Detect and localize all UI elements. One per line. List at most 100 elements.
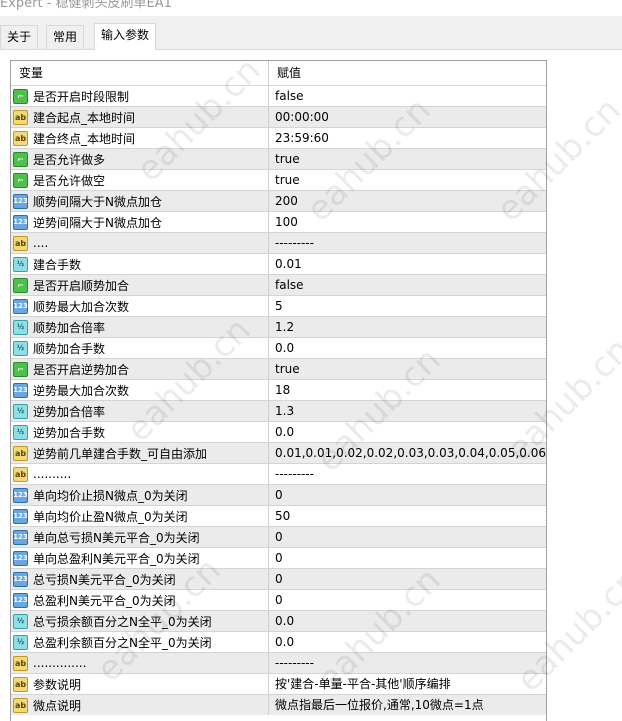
variable-cell: ab 建合起点_本地时间 bbox=[11, 107, 269, 127]
value-cell[interactable]: false bbox=[269, 275, 546, 295]
variable-name: 是否允许做多 bbox=[33, 152, 106, 167]
table-row[interactable]: 123 单向总亏损N美元平合_0为关闭 0 bbox=[11, 526, 546, 547]
double-icon: ½ bbox=[13, 613, 28, 629]
value-cell[interactable]: 按'建合-单量-平合-其他'顺序编排 bbox=[269, 674, 546, 694]
table-row[interactable]: 123 顺势间隔大于N微点加仓 200 bbox=[11, 190, 546, 211]
string-icon: ab bbox=[13, 445, 28, 461]
value-cell[interactable]: 0 bbox=[269, 548, 546, 568]
value-cell[interactable]: 0.01,0.01,0.02,0.02,0.03,0.03,0.04,0.05,… bbox=[269, 443, 546, 463]
value-cell[interactable]: --------- bbox=[269, 464, 546, 484]
value-cell[interactable]: 1.2 bbox=[269, 317, 546, 337]
variable-name: 逆势加合倍率 bbox=[33, 404, 106, 419]
double-icon: ½ bbox=[13, 424, 28, 440]
table-row[interactable]: 123 总亏损N美元平合_0为关闭 0 bbox=[11, 568, 546, 589]
table-row[interactable]: ½ 总盈利余额百分之N全平_0为关闭 0.0 bbox=[11, 631, 546, 652]
variable-name: 是否开启顺势加合 bbox=[33, 278, 130, 293]
table-row[interactable]: ½ 建合手数 0.01 bbox=[11, 253, 546, 274]
value-cell[interactable]: true bbox=[269, 170, 546, 190]
value-cell[interactable]: 0.0 bbox=[269, 338, 546, 358]
variable-name: 总盈利余额百分之N全平_0为关闭 bbox=[33, 635, 212, 650]
variable-cell: ab.... bbox=[11, 233, 269, 253]
variable-name: 是否允许做空 bbox=[33, 173, 106, 188]
table-row[interactable]: ⌐ 是否允许做空 true bbox=[11, 169, 546, 190]
variable-name: 逆势最大加合次数 bbox=[33, 383, 130, 398]
table-row[interactable]: ab.... --------- bbox=[11, 232, 546, 253]
value-cell[interactable]: 0 bbox=[269, 485, 546, 505]
integer-icon: 123 bbox=[13, 592, 28, 608]
table-row[interactable]: ab 建合终点_本地时间 23:59:60 bbox=[11, 127, 546, 148]
table-row[interactable]: 123 单向总盈利N美元平合_0为关闭 0 bbox=[11, 547, 546, 568]
table-row[interactable]: 123 顺势最大加合次数 5 bbox=[11, 295, 546, 316]
table-row[interactable]: ab.............. --------- bbox=[11, 652, 546, 673]
value-cell[interactable]: 0.0 bbox=[269, 611, 546, 631]
value-cell[interactable]: 50 bbox=[269, 506, 546, 526]
variable-name: .......... bbox=[33, 467, 72, 481]
table-row[interactable]: ⌐ 是否允许做多 true bbox=[11, 148, 546, 169]
value-cell[interactable]: 1.3 bbox=[269, 401, 546, 421]
value-cell[interactable]: 23:59:60 bbox=[269, 128, 546, 148]
variable-name: 是否开启逆势加合 bbox=[33, 362, 130, 377]
value-cell[interactable]: 0 bbox=[269, 527, 546, 547]
variable-cell: 123 总盈利N美元平合_0为关闭 bbox=[11, 590, 269, 610]
table-row[interactable]: ½ 顺势加合倍率 1.2 bbox=[11, 316, 546, 337]
table-header: 变量 赋值 bbox=[11, 61, 546, 85]
tab-bar: 关于 常用 输入参数 bbox=[0, 16, 622, 50]
value-cell[interactable]: 0.0 bbox=[269, 422, 546, 442]
variable-cell: 123 逆势间隔大于N微点加仓 bbox=[11, 212, 269, 232]
value-cell[interactable]: 00:00:00 bbox=[269, 107, 546, 127]
table-row[interactable]: ½ 逆势加合倍率 1.3 bbox=[11, 400, 546, 421]
table-row[interactable]: 123 逆势间隔大于N微点加仓 100 bbox=[11, 211, 546, 232]
string-icon: ab bbox=[13, 109, 28, 125]
string-icon: ab bbox=[13, 235, 28, 251]
value-cell[interactable]: 5 bbox=[269, 296, 546, 316]
header-value[interactable]: 赋值 bbox=[269, 61, 546, 85]
tab-about[interactable]: 关于 bbox=[0, 25, 39, 49]
table-row[interactable]: ½ 顺势加合手数 0.0 bbox=[11, 337, 546, 358]
variable-name: 单向总盈利N美元平合_0为关闭 bbox=[33, 551, 200, 566]
variable-cell: ½ 逆势加合倍率 bbox=[11, 401, 269, 421]
value-cell[interactable]: --------- bbox=[269, 653, 546, 673]
table-row[interactable]: ab 建合起点_本地时间 00:00:00 bbox=[11, 106, 546, 127]
table-row[interactable]: ab.......... --------- bbox=[11, 463, 546, 484]
variable-cell: ab.............. bbox=[11, 653, 269, 673]
value-cell[interactable]: false bbox=[269, 86, 546, 106]
variable-cell: ab 建合终点_本地时间 bbox=[11, 128, 269, 148]
variable-cell: ab 参数说明 bbox=[11, 674, 269, 694]
double-icon: ½ bbox=[13, 403, 28, 419]
double-icon: ½ bbox=[13, 319, 28, 335]
table-row[interactable]: ⌐ 是否开启时段限制 false bbox=[11, 85, 546, 106]
table-row[interactable]: ½ 逆势加合手数 0.0 bbox=[11, 421, 546, 442]
variable-cell: ½ 顺势加合倍率 bbox=[11, 317, 269, 337]
value-cell[interactable]: 0 bbox=[269, 590, 546, 610]
table-row[interactable]: ⌐ 是否开启逆势加合 true bbox=[11, 358, 546, 379]
value-cell[interactable]: 0.01 bbox=[269, 254, 546, 274]
table-row[interactable]: ab 参数说明 按'建合-单量-平合-其他'顺序编排 bbox=[11, 673, 546, 694]
value-cell[interactable]: true bbox=[269, 359, 546, 379]
tab-inputs[interactable]: 输入参数 bbox=[94, 23, 157, 50]
value-cell[interactable]: 200 bbox=[269, 191, 546, 211]
value-cell[interactable]: 18 bbox=[269, 380, 546, 400]
value-cell[interactable]: 0 bbox=[269, 569, 546, 589]
value-cell[interactable]: true bbox=[269, 149, 546, 169]
table-row[interactable]: ½ 总亏损余额百分之N全平_0为关闭 0.0 bbox=[11, 610, 546, 631]
table-row[interactable]: 123 总盈利N美元平合_0为关闭 0 bbox=[11, 589, 546, 610]
table-row[interactable]: ab 逆势前几单建合手数_可自由添加 0.01,0.01,0.02,0.02,0.0… bbox=[11, 442, 546, 463]
value-cell[interactable]: 微点指最后一位报价,通常,10微点=1点 bbox=[269, 695, 546, 715]
table-row[interactable]: 123 逆势最大加合次数 18 bbox=[11, 379, 546, 400]
value-cell[interactable]: 100 bbox=[269, 212, 546, 232]
integer-icon: 123 bbox=[13, 529, 28, 545]
string-icon: ab bbox=[13, 676, 28, 692]
double-icon: ½ bbox=[13, 340, 28, 356]
header-variable[interactable]: 变量 bbox=[11, 61, 269, 85]
table-row[interactable]: ⌐ 是否开启顺势加合 false bbox=[11, 274, 546, 295]
integer-icon: 123 bbox=[13, 550, 28, 566]
value-cell[interactable]: 0.0 bbox=[269, 632, 546, 652]
variable-cell: ½ 总亏损余额百分之N全平_0为关闭 bbox=[11, 611, 269, 631]
variable-name: 顺势间隔大于N微点加仓 bbox=[33, 194, 162, 209]
value-cell[interactable]: --------- bbox=[269, 233, 546, 253]
integer-icon: 123 bbox=[13, 382, 28, 398]
variable-name: 建合手数 bbox=[33, 257, 82, 272]
table-row[interactable]: 123 单向均价止损N微点_0为关闭 0 bbox=[11, 484, 546, 505]
tab-common[interactable]: 常用 bbox=[46, 25, 85, 49]
table-row[interactable]: 123 单向均价止盈N微点_0为关闭 50 bbox=[11, 505, 546, 526]
